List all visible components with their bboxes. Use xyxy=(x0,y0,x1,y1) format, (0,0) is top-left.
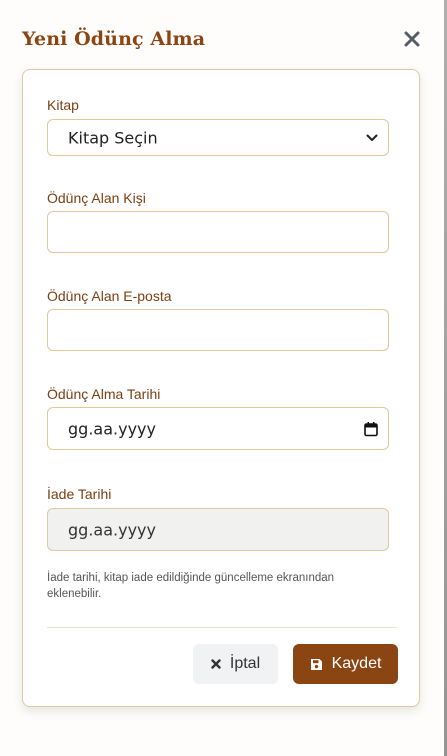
borrow-date-input[interactable]: gg.aa.yyyy xyxy=(47,407,389,450)
close-icon xyxy=(211,659,221,669)
footer-divider xyxy=(47,627,397,628)
return-date-help-text: İade tarihi, kitap iade edildiğinde günc… xyxy=(47,572,335,600)
close-icon xyxy=(404,31,420,47)
borrower-name-label: Ödünç Alan Kişi xyxy=(47,190,146,206)
borrow-date-label: Ödünç Alma Tarihi xyxy=(47,386,161,402)
cancel-button-label: İptal xyxy=(229,655,261,672)
cancel-button[interactable]: İptal xyxy=(193,644,278,684)
save-button[interactable]: Kaydet xyxy=(293,644,398,684)
save-button-label: Kaydet xyxy=(331,655,382,672)
calendar-icon[interactable] xyxy=(364,421,378,436)
form-card: Kitap Kitap Seçin Ödünç Alan Kişi Ödünç … xyxy=(22,69,420,707)
borrow-date-value: gg.aa.yyyy xyxy=(68,419,156,438)
return-date-input: gg.aa.yyyy xyxy=(47,508,389,551)
return-date-label: İade Tarihi xyxy=(47,486,112,502)
book-select-value: Kitap Seçin xyxy=(68,128,158,147)
book-select[interactable]: Kitap Seçin xyxy=(47,119,389,156)
modal-title: Yeni Ödünç Alma xyxy=(22,28,206,50)
return-date-value: gg.aa.yyyy xyxy=(68,520,156,539)
borrow-modal: Yeni Ödünç Alma Kitap Kitap Seçin Ödünç … xyxy=(0,0,447,756)
borrower-email-input[interactable] xyxy=(47,309,389,351)
borrower-name-input[interactable] xyxy=(47,211,389,253)
book-label: Kitap xyxy=(47,97,79,113)
close-button[interactable] xyxy=(400,27,424,51)
save-icon xyxy=(310,658,322,670)
borrower-email-label: Ödünç Alan E-posta xyxy=(47,288,172,304)
chevron-down-icon xyxy=(366,134,378,142)
